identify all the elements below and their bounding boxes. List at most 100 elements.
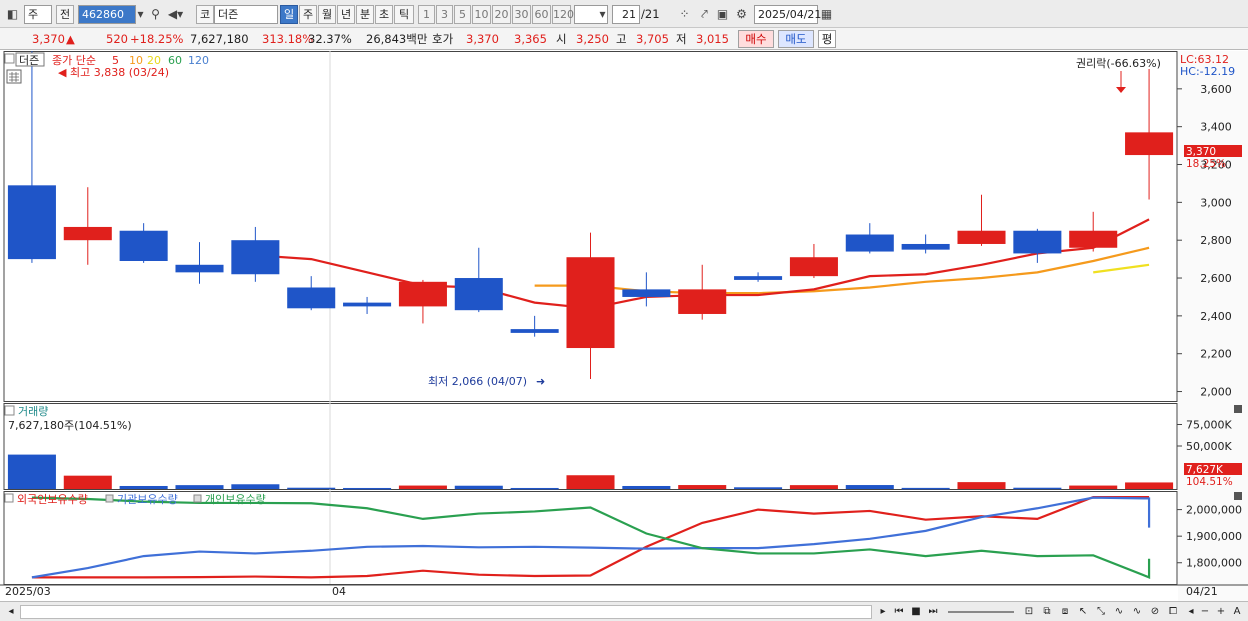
price-tick-label: 2,800 (1200, 234, 1232, 247)
price-change: 520 (106, 32, 128, 46)
interval-10[interactable]: 10 (472, 5, 491, 24)
volume-bar (7, 454, 56, 489)
dots-icon[interactable]: ⁘ (676, 5, 693, 24)
tool-icon-1[interactable]: ⊡ (1022, 605, 1036, 619)
last-icon[interactable]: ⏭ (926, 605, 940, 619)
speaker-icon[interactable]: ◀▾ (167, 5, 184, 24)
calendar-icon[interactable] (6, 69, 22, 84)
panel-icon[interactable] (4, 53, 15, 64)
volume-bar (845, 485, 894, 489)
candle-body (622, 289, 671, 297)
volume-bar (789, 485, 838, 489)
candle-body (454, 278, 503, 311)
tool-icon-5[interactable]: ⤡ (1094, 605, 1108, 619)
legend-institution-marker (105, 494, 114, 503)
save-icon[interactable]: ▣ (714, 5, 731, 24)
volume-bar (1125, 482, 1174, 489)
volume-bar (454, 485, 503, 489)
ask-price: 3,370 (466, 32, 499, 46)
interval-60[interactable]: 60 (532, 5, 551, 24)
zoom-in-icon[interactable]: + (1214, 605, 1228, 619)
tab-minute[interactable]: 분 (356, 5, 374, 24)
trade-amount: 26,843백만 (366, 32, 428, 46)
tab-month[interactable]: 월 (318, 5, 336, 24)
avg-button[interactable]: 평 (818, 30, 836, 48)
volume-bar (566, 475, 615, 489)
market-button[interactable]: 코 (196, 5, 214, 24)
count-input[interactable]: 21 (612, 5, 640, 24)
chevron-down-icon[interactable]: ▾ (594, 5, 611, 24)
candle-body (231, 240, 280, 275)
stock-code-input[interactable]: 462860 (78, 5, 136, 24)
chart-area[interactable]: 3,600 3,400 3,200 3,000 2,800 2,600 2,400 2,200… (0, 43, 1248, 601)
current-price: 3,370 (32, 32, 65, 46)
chart-svg[interactable]: 3,6003,4003,2003,0002,8002,6002,4002,200… (0, 43, 1248, 601)
volume-bar (1013, 487, 1062, 490)
period-type-select[interactable]: 주 (24, 5, 52, 24)
buy-button[interactable]: 매수 (738, 30, 774, 48)
tool-icon-3[interactable]: ⧈ (1058, 605, 1072, 619)
tool-icon-4[interactable]: ↖ (1076, 605, 1090, 619)
interval-120[interactable]: 120 (552, 5, 574, 24)
ma-legend-120: 120 (188, 54, 209, 67)
interval-5[interactable]: 5 (454, 5, 471, 24)
tool-icon-6[interactable]: ∿ (1112, 605, 1126, 619)
tab-tick[interactable]: 틱 (394, 5, 414, 24)
gear-icon[interactable]: ⚙ (733, 5, 750, 24)
high-annotation-arrow: ◀ (58, 66, 67, 79)
search-icon[interactable]: ⚲ (147, 5, 164, 24)
tool-icon-8[interactable]: ⊘ (1148, 605, 1162, 619)
zoom-out-icon[interactable]: − (1198, 605, 1212, 619)
stock-name-tag: 더즌 (19, 54, 39, 67)
tab-day[interactable]: 일 (280, 5, 298, 24)
volume-bar (622, 485, 671, 489)
tab-second[interactable]: 초 (375, 5, 393, 24)
tab-week[interactable]: 주 (299, 5, 317, 24)
x-label-end: 04/21 (1186, 585, 1218, 598)
candle-body (343, 302, 392, 307)
candle-body (1013, 230, 1062, 254)
bottom-scroll-bar: ◂ ▸ ⏮ ■ ⏭ ⊡ ⧉ ⧈ ↖ ⤡ ∿ ∿ ⊘ ⧠ ◂ − + A (0, 601, 1248, 621)
holdings-panel-icon[interactable] (4, 493, 14, 503)
draw-icon[interactable]: ⤤ (696, 5, 713, 24)
stop-icon[interactable]: ■ (909, 605, 923, 619)
date-input[interactable]: 2025/04/21 (754, 5, 821, 24)
price-tick-label: 3,600 (1200, 83, 1232, 96)
scroll-left-icon[interactable]: ◂ (4, 605, 18, 619)
prev-button[interactable]: 전 (56, 5, 74, 24)
window-menu-icon[interactable]: ◧ (4, 5, 21, 24)
open-price: 3,250 (576, 32, 609, 46)
high-price: 3,705 (636, 32, 669, 46)
scroll-right-icon[interactable]: ▸ (876, 605, 890, 619)
zoom-slider[interactable] (948, 611, 1014, 613)
price-tick-label: 2,600 (1200, 272, 1232, 285)
volume-panel-close-icon[interactable] (1234, 405, 1242, 413)
volume-current: 7,627,180주(104.51%) (8, 419, 132, 432)
volume-tick-label: 75,000K (1186, 419, 1232, 432)
interval-20[interactable]: 20 (492, 5, 511, 24)
volume-panel-icon[interactable] (4, 405, 15, 416)
count-total: /21 (641, 7, 660, 21)
last-pct-tag: 18.25% (1186, 158, 1226, 170)
scroll-left-small-icon[interactable]: ◂ (1184, 605, 1198, 619)
interval-3[interactable]: 3 (436, 5, 453, 24)
holdings-tick-label: 1,800,000 (1186, 557, 1242, 570)
tab-year[interactable]: 년 (337, 5, 355, 24)
interval-30[interactable]: 30 (512, 5, 531, 24)
sell-button[interactable]: 매도 (778, 30, 814, 48)
tool-icon-7[interactable]: ∿ (1130, 605, 1144, 619)
stock-name-field[interactable]: 더즌 (214, 5, 278, 24)
low-annotation: 최저 2,066 (04/07) (428, 375, 527, 388)
tool-icon-9[interactable]: ⧠ (1166, 605, 1180, 619)
candle-body (287, 287, 336, 309)
candle-body (119, 230, 168, 261)
first-icon[interactable]: ⏮ (892, 605, 906, 619)
calendar-icon[interactable]: ▦ (818, 5, 835, 24)
interval-1[interactable]: 1 (418, 5, 435, 24)
auto-scale-icon[interactable]: A (1230, 605, 1244, 619)
scroll-track[interactable] (20, 605, 872, 619)
price-tick-label: 2,400 (1200, 310, 1232, 323)
holdings-panel-close-icon[interactable] (1234, 492, 1242, 500)
tool-icon-2[interactable]: ⧉ (1040, 605, 1054, 619)
price-tick-label: 2,000 (1200, 386, 1232, 399)
